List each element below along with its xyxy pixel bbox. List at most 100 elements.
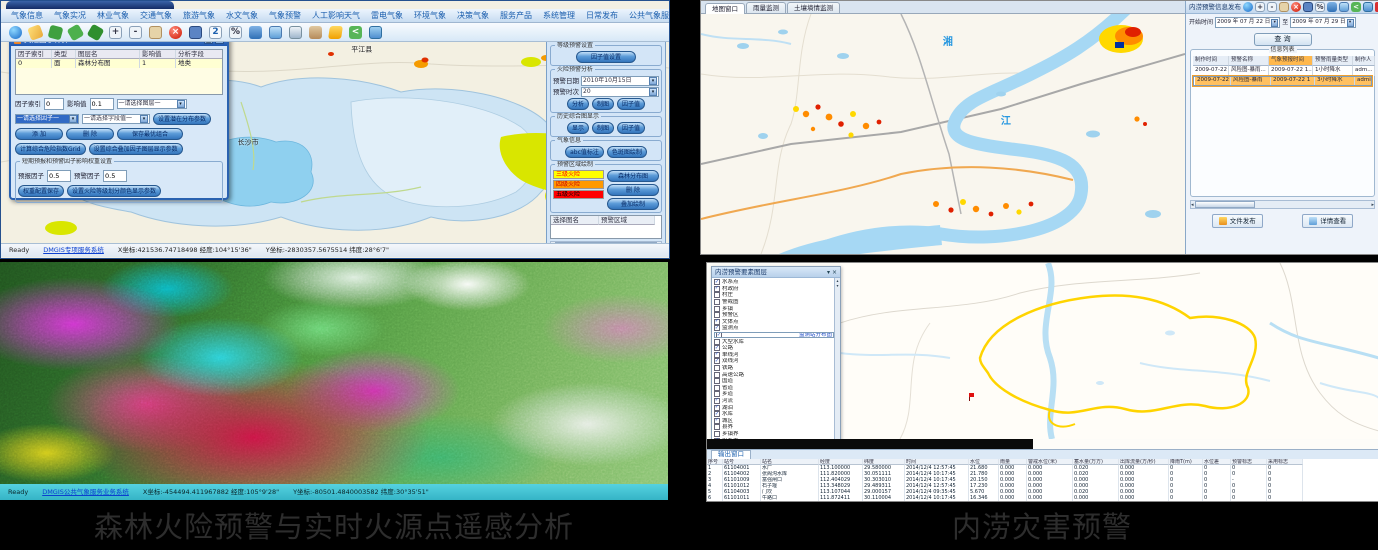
factor-select[interactable]: 一请选择因子一▾ — [15, 114, 79, 124]
monitor-icon[interactable] — [1303, 2, 1313, 12]
window-title-tab[interactable] — [6, 1, 174, 9]
monitor-icon[interactable] — [189, 26, 202, 39]
zoom-out-icon[interactable]: - — [129, 26, 142, 39]
layer-item[interactable]: 乡镇界 — [714, 431, 834, 438]
layer-checkbox[interactable]: ✓ — [714, 411, 720, 417]
layers-icon[interactable] — [1327, 2, 1337, 12]
layer-item[interactable]: 国道 — [714, 378, 834, 385]
panel-button[interactable]: 分析 — [567, 98, 589, 110]
export-icon[interactable] — [309, 26, 322, 39]
map-tab[interactable]: 土壤墒情监测 — [787, 2, 840, 13]
menu-item[interactable]: 人工影响天气 — [312, 11, 360, 20]
panel-button[interactable]: 制图 — [592, 98, 614, 110]
layer-item[interactable]: 乡道 — [714, 391, 834, 398]
menu-item[interactable]: 系统管理 — [543, 11, 575, 20]
warning-time-select[interactable]: 20▾ — [581, 87, 659, 97]
flood-risk-map[interactable]: 湘江 — [701, 14, 1185, 254]
panel-button[interactable]: 色斑图绘制 — [607, 146, 647, 158]
layer-item[interactable]: ✓湖泊 — [714, 404, 834, 411]
layer-item[interactable]: 县界 — [714, 424, 834, 431]
factor-setting-button[interactable]: 因子值设置 — [576, 51, 636, 63]
panel-button[interactable]: 制图 — [592, 122, 614, 134]
panel-button[interactable]: abc值标注 — [565, 146, 604, 158]
set-overlay-button[interactable]: 设置综合叠加因子图层显示参数 — [89, 143, 183, 155]
layer-checkbox[interactable]: ✓ — [714, 319, 720, 325]
map-chart-icon[interactable] — [369, 26, 382, 39]
close-icon[interactable]: × — [832, 269, 837, 276]
map-chart-icon[interactable] — [1363, 2, 1373, 12]
layer-checkbox[interactable]: ✓ — [714, 279, 720, 285]
system-name-link[interactable]: DMGIS专项服务系统 — [43, 247, 104, 254]
collapse-icon[interactable]: ▾ — [827, 269, 830, 276]
fire-map[interactable]: 平江县长沙市 火险因子计算 ▁ × 因子索引类型图层名影响值分析字段0面森林分布… — [1, 42, 669, 243]
layer-checkbox[interactable]: ✓ — [716, 332, 722, 338]
map-tab[interactable]: 地图窗口 — [705, 3, 745, 14]
zoom-select-icon[interactable]: % — [229, 26, 242, 39]
layer-item[interactable]: 高速公路 — [714, 371, 834, 378]
table-row[interactable]: 2009-07-22 1风险图-暴雨2009-07-22 13小时降水admin — [1193, 76, 1372, 86]
layer-checkbox[interactable] — [714, 391, 720, 397]
panel-button[interactable]: 删 除 — [607, 184, 659, 196]
layer-checkbox[interactable] — [714, 424, 720, 430]
layer-item[interactable]: ✓河流 — [714, 398, 834, 405]
close-button[interactable]: × — [215, 42, 224, 44]
panel-button[interactable]: 显示 — [567, 122, 589, 134]
panel-button[interactable]: 因子值 — [617, 122, 645, 134]
fire-level-chip[interactable]: 五级火险 — [553, 190, 604, 199]
menu-item[interactable]: 日常发布 — [586, 11, 618, 20]
menu-item[interactable]: 环境气象 — [414, 11, 446, 20]
save-weight-button[interactable]: 权重配置保存 — [18, 185, 64, 197]
stop-icon[interactable]: × — [169, 26, 182, 39]
print-icon[interactable] — [289, 26, 302, 39]
fire-level-chip[interactable]: 三级火险 — [553, 170, 604, 179]
factor-table[interactable]: 因子索引类型图层名影响值分析字段0面森林分布图1地类 — [15, 49, 223, 95]
layer-item[interactable]: ✓公路 — [714, 345, 834, 352]
layer-checkbox[interactable]: ✓ — [714, 325, 720, 331]
panel-button[interactable]: 因子值 — [617, 98, 645, 110]
image-icon[interactable] — [1339, 2, 1349, 12]
back-arrow-icon[interactable]: < — [349, 26, 362, 39]
layer-item[interactable]: 预警区 — [714, 312, 834, 319]
layer-checkbox[interactable]: ✓ — [714, 405, 720, 411]
layer-checkbox[interactable] — [714, 378, 720, 384]
impact-input[interactable] — [90, 98, 114, 110]
flag-icon[interactable] — [328, 26, 343, 39]
warning-info-table[interactable]: 制作时间预警名称气象预报时间预警雨量类型制作人2009-07-22 1...风险… — [1193, 56, 1372, 86]
layer-item[interactable]: ✓监测站分布图 — [714, 332, 834, 339]
layer-item[interactable]: 乡镇 — [714, 305, 834, 312]
layer-checkbox[interactable] — [714, 372, 720, 378]
layer-item[interactable]: ✓水系点 — [714, 279, 834, 286]
layer-checkbox[interactable] — [714, 339, 720, 345]
set-color-button[interactable]: 设置火险等级划分颜色显示参数 — [67, 185, 161, 197]
zoom-out-icon[interactable]: - — [1267, 2, 1277, 12]
table-row[interactable]: 0面森林分布图1地类 — [16, 59, 222, 68]
layer-item[interactable]: 大型水库 — [714, 338, 834, 345]
globe-icon[interactable] — [9, 26, 22, 39]
output-window-tab[interactable]: 输出窗口 — [711, 450, 751, 459]
layer-checkbox[interactable] — [714, 431, 720, 437]
layers-panel-titlebar[interactable]: 内涝预警要素图层 ▾× — [712, 267, 840, 278]
layer-checkbox[interactable]: ✓ — [714, 286, 720, 292]
system-name-link[interactable]: DMGIS公共气象服务业务系统 — [42, 489, 129, 496]
map-tab[interactable]: 雨量监测 — [746, 2, 786, 13]
layer-item[interactable]: 省道 — [714, 385, 834, 392]
factor-index-input[interactable] — [44, 98, 64, 110]
menu-item[interactable]: 公共气象服务网 — [629, 11, 669, 20]
layer-item[interactable]: ✓水库 — [714, 411, 834, 418]
panel-button[interactable]: 叠加绘制 — [607, 198, 659, 210]
query-button[interactable]: 查 询 — [1254, 33, 1312, 46]
panel-titlebar[interactable]: 内涝预警信息发布 +-×%<× — [1186, 1, 1378, 14]
bird-icon[interactable] — [48, 24, 64, 40]
layer-checkbox[interactable]: ✓ — [714, 352, 720, 358]
back-arrow-icon[interactable]: < — [1351, 2, 1361, 12]
zoom-in-icon[interactable]: + — [109, 26, 122, 39]
warning-region-list[interactable]: 选择图名预警区域 — [550, 215, 662, 239]
minimize-button[interactable]: ▁ — [204, 42, 213, 44]
zoom-select-icon[interactable]: % — [1315, 2, 1325, 12]
menu-item[interactable]: 气象实况 — [54, 11, 86, 20]
save-best-button[interactable]: 保存最优组合 — [117, 128, 183, 140]
publish-file-button[interactable]: 文件发布 — [1212, 214, 1263, 228]
station-output-table[interactable]: 序号站号站名经度纬度时间水位雨量警戒水位(米)蓄水量(万方)出库流量(方/秒)降… — [707, 459, 1378, 501]
stop-icon[interactable]: × — [1291, 2, 1301, 12]
layer-item[interactable]: ✓监测点 — [714, 325, 834, 332]
